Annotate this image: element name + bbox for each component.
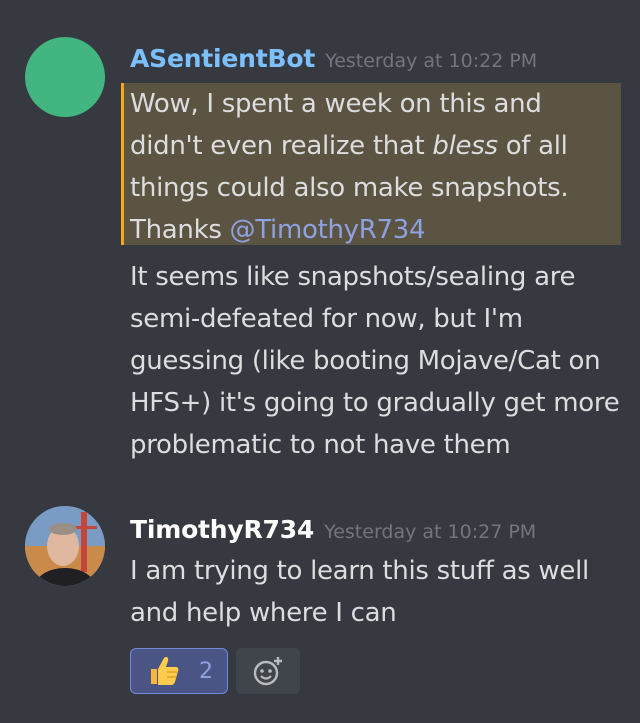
message-quote-text: Wow, I spent a week on this and didn't e… — [130, 89, 569, 245]
avatar[interactable] — [25, 37, 105, 117]
mention-highlight: Wow, I spent a week on this and didn't e… — [121, 83, 621, 245]
timestamp: Yesterday at 10:22 PM — [325, 50, 538, 72]
add-reaction-button[interactable] — [236, 648, 300, 694]
thumbs-up-icon — [151, 657, 179, 685]
message-header: TimothyR734 Yesterday at 10:27 PM — [130, 515, 536, 544]
username[interactable]: TimothyR734 — [130, 515, 314, 544]
avatar[interactable] — [25, 506, 105, 586]
reaction-thumbs-up[interactable]: 2 — [130, 648, 228, 694]
username[interactable]: ASentientBot — [130, 44, 315, 73]
reaction-count: 2 — [199, 658, 213, 684]
message-text: I am trying to learn this stuff as well … — [130, 556, 589, 628]
reactions-bar: 2 — [130, 648, 300, 694]
profile-photo-icon — [25, 506, 105, 586]
italic-word: bless — [432, 131, 498, 161]
message-header: ASentientBot Yesterday at 10:22 PM — [130, 44, 537, 73]
timestamp: Yesterday at 10:27 PM — [324, 521, 537, 543]
user-mention[interactable]: @TimothyR734 — [230, 215, 426, 245]
chat-area: ASentientBot Yesterday at 10:22 PM Wow, I… — [0, 0, 640, 723]
message-text: It seems like snapshots/sealing are semi… — [130, 262, 620, 460]
add-reaction-icon — [253, 657, 282, 686]
